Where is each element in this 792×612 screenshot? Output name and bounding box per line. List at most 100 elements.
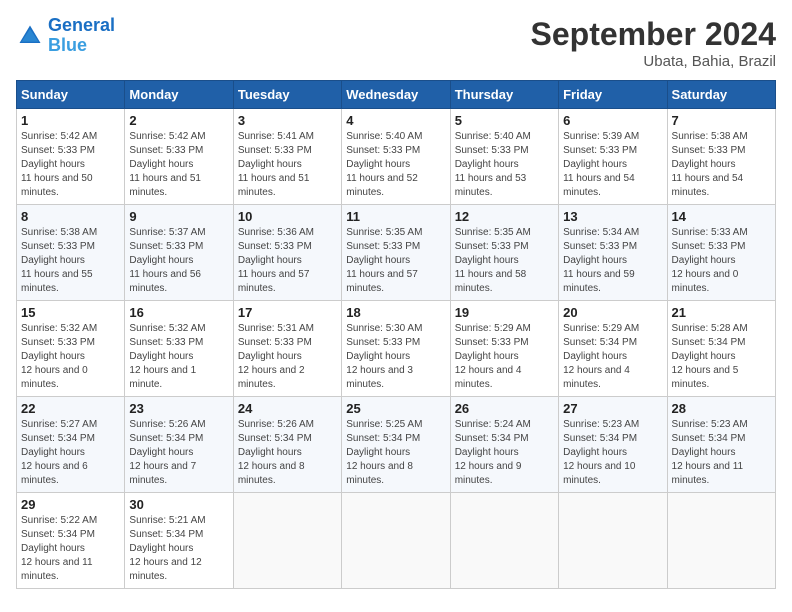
calendar-cell: 6 Sunrise: 5:39 AM Sunset: 5:33 PM Dayli… — [559, 109, 667, 205]
day-detail: Sunrise: 5:35 AM Sunset: 5:33 PM Dayligh… — [346, 226, 445, 296]
day-number: 18 — [346, 305, 445, 320]
day-detail: Sunrise: 5:21 AM Sunset: 5:34 PM Dayligh… — [129, 514, 228, 584]
day-detail: Sunrise: 5:22 AM Sunset: 5:34 PM Dayligh… — [21, 514, 120, 584]
calendar-table: SundayMondayTuesdayWednesdayThursdayFrid… — [16, 80, 776, 589]
weekday-header-sunday: Sunday — [17, 81, 125, 109]
day-number: 15 — [21, 305, 120, 320]
calendar-cell: 5 Sunrise: 5:40 AM Sunset: 5:33 PM Dayli… — [450, 109, 558, 205]
day-detail: Sunrise: 5:23 AM Sunset: 5:34 PM Dayligh… — [672, 418, 771, 488]
calendar-cell — [342, 493, 450, 589]
logo: General Blue — [16, 16, 115, 56]
day-detail: Sunrise: 5:36 AM Sunset: 5:33 PM Dayligh… — [238, 226, 337, 296]
calendar-cell: 9 Sunrise: 5:37 AM Sunset: 5:33 PM Dayli… — [125, 205, 233, 301]
logo-icon — [16, 22, 44, 50]
day-number: 22 — [21, 401, 120, 416]
calendar-cell: 8 Sunrise: 5:38 AM Sunset: 5:33 PM Dayli… — [17, 205, 125, 301]
day-number: 13 — [563, 209, 662, 224]
month-title: September 2024 — [531, 16, 776, 53]
day-detail: Sunrise: 5:30 AM Sunset: 5:33 PM Dayligh… — [346, 322, 445, 392]
calendar-cell — [667, 493, 775, 589]
day-detail: Sunrise: 5:35 AM Sunset: 5:33 PM Dayligh… — [455, 226, 554, 296]
calendar-cell — [450, 493, 558, 589]
calendar-cell: 28 Sunrise: 5:23 AM Sunset: 5:34 PM Dayl… — [667, 397, 775, 493]
calendar-cell: 1 Sunrise: 5:42 AM Sunset: 5:33 PM Dayli… — [17, 109, 125, 205]
day-detail: Sunrise: 5:39 AM Sunset: 5:33 PM Dayligh… — [563, 130, 662, 200]
calendar-cell: 2 Sunrise: 5:42 AM Sunset: 5:33 PM Dayli… — [125, 109, 233, 205]
day-detail: Sunrise: 5:40 AM Sunset: 5:33 PM Dayligh… — [346, 130, 445, 200]
day-detail: Sunrise: 5:29 AM Sunset: 5:34 PM Dayligh… — [563, 322, 662, 392]
day-number: 2 — [129, 113, 228, 128]
day-detail: Sunrise: 5:42 AM Sunset: 5:33 PM Dayligh… — [129, 130, 228, 200]
calendar-cell: 18 Sunrise: 5:30 AM Sunset: 5:33 PM Dayl… — [342, 301, 450, 397]
day-number: 20 — [563, 305, 662, 320]
calendar-week-row: 29 Sunrise: 5:22 AM Sunset: 5:34 PM Dayl… — [17, 493, 776, 589]
day-number: 11 — [346, 209, 445, 224]
day-number: 1 — [21, 113, 120, 128]
day-number: 24 — [238, 401, 337, 416]
day-detail: Sunrise: 5:38 AM Sunset: 5:33 PM Dayligh… — [672, 130, 771, 200]
weekday-header-monday: Monday — [125, 81, 233, 109]
day-detail: Sunrise: 5:24 AM Sunset: 5:34 PM Dayligh… — [455, 418, 554, 488]
day-number: 6 — [563, 113, 662, 128]
day-number: 10 — [238, 209, 337, 224]
day-number: 30 — [129, 497, 228, 512]
calendar-cell: 27 Sunrise: 5:23 AM Sunset: 5:34 PM Dayl… — [559, 397, 667, 493]
day-number: 12 — [455, 209, 554, 224]
calendar-week-row: 8 Sunrise: 5:38 AM Sunset: 5:33 PM Dayli… — [17, 205, 776, 301]
calendar-cell: 20 Sunrise: 5:29 AM Sunset: 5:34 PM Dayl… — [559, 301, 667, 397]
calendar-cell: 24 Sunrise: 5:26 AM Sunset: 5:34 PM Dayl… — [233, 397, 341, 493]
day-detail: Sunrise: 5:27 AM Sunset: 5:34 PM Dayligh… — [21, 418, 120, 488]
day-detail: Sunrise: 5:25 AM Sunset: 5:34 PM Dayligh… — [346, 418, 445, 488]
calendar-cell: 4 Sunrise: 5:40 AM Sunset: 5:33 PM Dayli… — [342, 109, 450, 205]
day-number: 25 — [346, 401, 445, 416]
calendar-week-row: 22 Sunrise: 5:27 AM Sunset: 5:34 PM Dayl… — [17, 397, 776, 493]
calendar-cell: 22 Sunrise: 5:27 AM Sunset: 5:34 PM Dayl… — [17, 397, 125, 493]
day-detail: Sunrise: 5:32 AM Sunset: 5:33 PM Dayligh… — [21, 322, 120, 392]
calendar-cell: 16 Sunrise: 5:32 AM Sunset: 5:33 PM Dayl… — [125, 301, 233, 397]
calendar-cell: 13 Sunrise: 5:34 AM Sunset: 5:33 PM Dayl… — [559, 205, 667, 301]
day-detail: Sunrise: 5:34 AM Sunset: 5:33 PM Dayligh… — [563, 226, 662, 296]
day-detail: Sunrise: 5:37 AM Sunset: 5:33 PM Dayligh… — [129, 226, 228, 296]
day-number: 28 — [672, 401, 771, 416]
day-detail: Sunrise: 5:31 AM Sunset: 5:33 PM Dayligh… — [238, 322, 337, 392]
calendar-cell — [559, 493, 667, 589]
day-detail: Sunrise: 5:40 AM Sunset: 5:33 PM Dayligh… — [455, 130, 554, 200]
calendar-cell: 25 Sunrise: 5:25 AM Sunset: 5:34 PM Dayl… — [342, 397, 450, 493]
weekday-header-friday: Friday — [559, 81, 667, 109]
calendar-cell: 19 Sunrise: 5:29 AM Sunset: 5:33 PM Dayl… — [450, 301, 558, 397]
day-detail: Sunrise: 5:42 AM Sunset: 5:33 PM Dayligh… — [21, 130, 120, 200]
day-number: 16 — [129, 305, 228, 320]
day-detail: Sunrise: 5:26 AM Sunset: 5:34 PM Dayligh… — [129, 418, 228, 488]
day-detail: Sunrise: 5:41 AM Sunset: 5:33 PM Dayligh… — [238, 130, 337, 200]
day-number: 21 — [672, 305, 771, 320]
title-block: September 2024 Ubata, Bahia, Brazil — [531, 16, 776, 70]
day-number: 9 — [129, 209, 228, 224]
day-number: 14 — [672, 209, 771, 224]
day-detail: Sunrise: 5:28 AM Sunset: 5:34 PM Dayligh… — [672, 322, 771, 392]
logo-text: General Blue — [48, 16, 115, 56]
day-number: 4 — [346, 113, 445, 128]
calendar-cell: 30 Sunrise: 5:21 AM Sunset: 5:34 PM Dayl… — [125, 493, 233, 589]
day-number: 19 — [455, 305, 554, 320]
calendar-week-row: 1 Sunrise: 5:42 AM Sunset: 5:33 PM Dayli… — [17, 109, 776, 205]
page-header: General Blue September 2024 Ubata, Bahia… — [16, 16, 776, 70]
calendar-week-row: 15 Sunrise: 5:32 AM Sunset: 5:33 PM Dayl… — [17, 301, 776, 397]
calendar-cell: 3 Sunrise: 5:41 AM Sunset: 5:33 PM Dayli… — [233, 109, 341, 205]
day-detail: Sunrise: 5:32 AM Sunset: 5:33 PM Dayligh… — [129, 322, 228, 392]
calendar-cell: 7 Sunrise: 5:38 AM Sunset: 5:33 PM Dayli… — [667, 109, 775, 205]
day-number: 27 — [563, 401, 662, 416]
weekday-header-tuesday: Tuesday — [233, 81, 341, 109]
day-number: 17 — [238, 305, 337, 320]
calendar-cell: 11 Sunrise: 5:35 AM Sunset: 5:33 PM Dayl… — [342, 205, 450, 301]
day-number: 7 — [672, 113, 771, 128]
calendar-cell: 15 Sunrise: 5:32 AM Sunset: 5:33 PM Dayl… — [17, 301, 125, 397]
calendar-cell: 14 Sunrise: 5:33 AM Sunset: 5:33 PM Dayl… — [667, 205, 775, 301]
weekday-header-row: SundayMondayTuesdayWednesdayThursdayFrid… — [17, 81, 776, 109]
day-number: 26 — [455, 401, 554, 416]
day-detail: Sunrise: 5:33 AM Sunset: 5:33 PM Dayligh… — [672, 226, 771, 296]
calendar-cell: 26 Sunrise: 5:24 AM Sunset: 5:34 PM Dayl… — [450, 397, 558, 493]
calendar-cell: 12 Sunrise: 5:35 AM Sunset: 5:33 PM Dayl… — [450, 205, 558, 301]
calendar-cell: 10 Sunrise: 5:36 AM Sunset: 5:33 PM Dayl… — [233, 205, 341, 301]
location-subtitle: Ubata, Bahia, Brazil — [531, 53, 776, 70]
day-number: 8 — [21, 209, 120, 224]
